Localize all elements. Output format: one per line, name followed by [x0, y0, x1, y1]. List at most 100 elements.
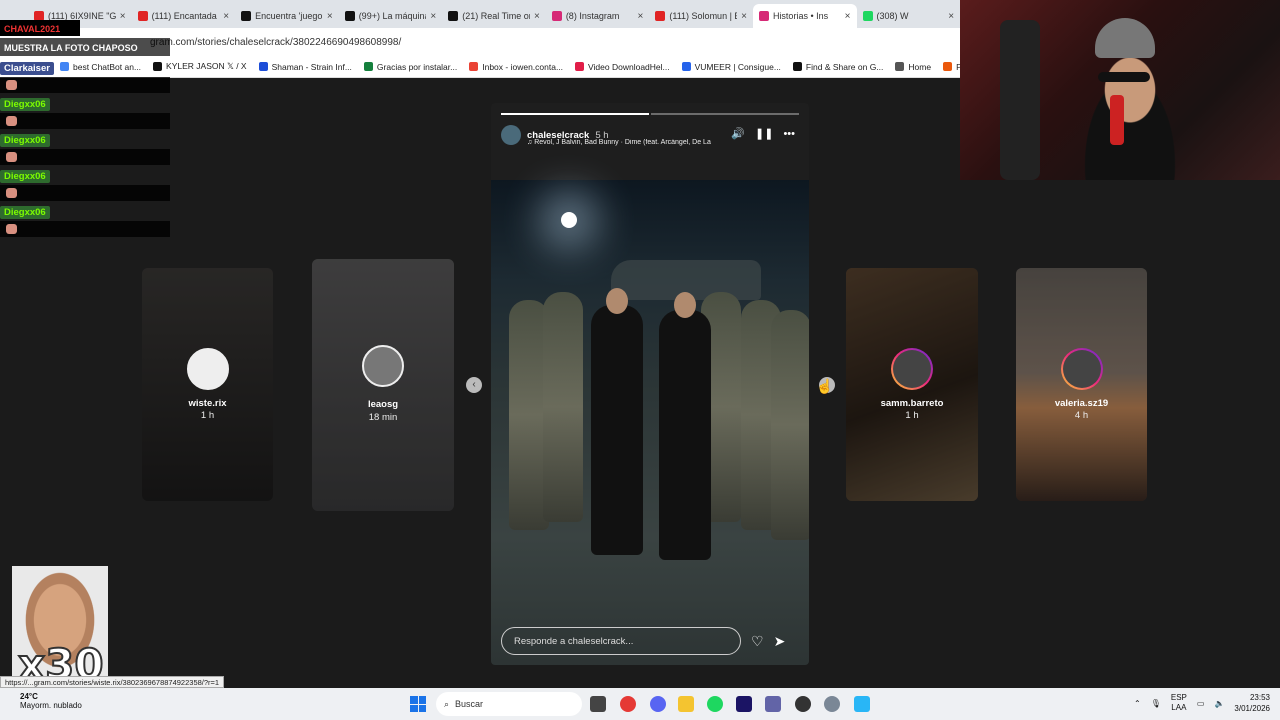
tab-favicon-icon: [758, 11, 769, 21]
task-view-icon[interactable]: [590, 696, 606, 712]
story-image: [491, 180, 809, 665]
microphone-icon[interactable]: 🎙: [1151, 699, 1161, 708]
bookmark-item[interactable]: Video DownloadHel...: [575, 62, 670, 72]
close-icon[interactable]: ×: [327, 11, 333, 22]
emote-icon: [6, 116, 17, 126]
link-status: https://...gram.com/stories/wiste.rix/38…: [0, 676, 225, 688]
preview-username: valeria.sz19: [1054, 398, 1109, 409]
browser-tab[interactable]: (21) Real Time on ×: [442, 4, 546, 28]
browser-tab[interactable]: Encuentra 'juego ×: [235, 4, 339, 28]
tab-title: (8) Instagram: [565, 11, 620, 21]
story-controls: 🔊 ❚❚ •••: [731, 127, 795, 141]
avatar: [186, 348, 229, 390]
language-indicator[interactable]: ESP LAA: [1171, 693, 1187, 713]
teams-icon[interactable]: [765, 696, 781, 712]
bookmark-label: Shaman - Strain Inf...: [271, 61, 352, 72]
story-preview-valeria[interactable]: valeria.sz19 4 h: [1016, 268, 1147, 501]
avatar: [362, 345, 404, 387]
bookmark-icon: [469, 62, 479, 71]
tab-title: (21) Real Time on: [462, 11, 530, 21]
bookmark-item[interactable]: Shaman - Strain Inf...: [258, 61, 352, 72]
close-icon[interactable]: ×: [223, 11, 229, 22]
soldier: [771, 310, 809, 540]
premiere-icon[interactable]: [736, 696, 752, 712]
music-label: Revol, J Balvin, Bad Bunny · Dime (feat.…: [534, 139, 711, 146]
tab-favicon-icon: [448, 11, 459, 21]
avatar: [891, 348, 933, 390]
bookmark-label: KYLER JASON 𝕏 / X: [166, 61, 247, 71]
bookmark-item[interactable]: Gracias por instalar...: [363, 62, 457, 72]
taskbar-search[interactable]: ⌕ Buscar: [436, 692, 582, 716]
close-icon[interactable]: ×: [948, 11, 954, 22]
bookmark-item[interactable]: Producto: Co: [943, 62, 960, 72]
microphone: [1110, 95, 1124, 145]
time: 23:53: [1249, 693, 1270, 702]
bookmark-label: Home: [908, 61, 932, 72]
clock[interactable]: 23:53 3/01/2026: [1234, 692, 1270, 714]
system-tray: ⌃ 🎙 ESP LAA ▭ 🔈 23:53 3/01/2026: [1134, 692, 1270, 714]
windows-start-icon[interactable]: [410, 696, 426, 712]
file-explorer-icon[interactable]: [678, 696, 694, 712]
obs-icon[interactable]: [795, 696, 811, 712]
chat-username: Diegxx06: [0, 170, 50, 183]
story-preview-wiste[interactable]: wiste.rix 1 h: [142, 268, 273, 501]
chat-message: Diegxx06: [0, 132, 170, 165]
discord-icon[interactable]: [650, 696, 666, 712]
preview-username: wiste.rix: [188, 398, 227, 409]
send-icon[interactable]: ➤: [774, 633, 786, 650]
preview-time: 1 h: [200, 410, 215, 421]
close-icon[interactable]: ×: [638, 11, 644, 22]
mouse-cursor-icon: ☝: [816, 378, 834, 394]
story-music[interactable]: ♫ Revol, J Balvin, Bad Bunny · Dime (fea…: [527, 139, 727, 146]
man-in-suit: [591, 305, 643, 555]
story-preview-samm[interactable]: samm.barreto 1 h: [846, 268, 978, 501]
close-icon[interactable]: ×: [741, 11, 747, 22]
webcam-feed: [960, 0, 1280, 180]
snipping-tool-icon[interactable]: [854, 696, 870, 712]
network-icon[interactable]: ▭: [1197, 699, 1205, 708]
chat-username: Diegxx06: [0, 134, 50, 147]
bookmark-label: Find & Share on G...: [805, 61, 884, 72]
bookmark-label: Inbox - iowen.conta...: [482, 61, 564, 72]
heart-icon[interactable]: ♡: [751, 633, 764, 650]
bookmark-item[interactable]: Home: [895, 62, 931, 72]
chat-username: Diegxx06: [0, 206, 50, 219]
more-options-icon[interactable]: •••: [783, 128, 795, 140]
head: [606, 288, 628, 314]
browser-tab[interactable]: (99+) La máquina ×: [339, 4, 443, 28]
bookmark-item[interactable]: VUMEER | Consigue...: [681, 61, 781, 72]
bookmark-label: VUMEER | Consigue...: [694, 61, 781, 72]
browser-tab[interactable]: (8) Instagram ×: [546, 4, 650, 28]
story-viewer[interactable]: chaleselcrack 5 h ♫ Revol, J Balvin, Bad…: [491, 103, 809, 665]
speaker-icon[interactable]: 🔈: [1214, 699, 1224, 708]
chat-list: Clarkaiser Diegxx06 Diegxx06 Diegxx06 Diegxx…: [0, 60, 170, 237]
weather-widget[interactable]: 24°C Mayorm. nublado: [20, 692, 82, 710]
settings-icon[interactable]: [824, 696, 840, 712]
browser-tab[interactable]: (308) W ×: [857, 4, 961, 28]
url-text[interactable]: gram.com/stories/chaleselcrack/380224669…: [150, 37, 401, 48]
bookmark-label: Video DownloadHel...: [588, 61, 670, 72]
story-preview-leaosg[interactable]: leaosg 18 min: [312, 259, 454, 511]
man-in-black: [659, 310, 711, 560]
volume-icon[interactable]: 🔊: [731, 127, 745, 140]
pause-icon[interactable]: ❚❚: [755, 127, 773, 140]
spotify-icon[interactable]: [707, 696, 723, 712]
reply-input[interactable]: [501, 627, 741, 655]
browser-tab[interactable]: Historias • Ins ×: [752, 4, 857, 28]
tab-favicon-icon: [655, 11, 666, 21]
bookmark-item[interactable]: Find & Share on G...: [792, 61, 884, 72]
soldier: [543, 292, 583, 522]
close-icon[interactable]: ×: [430, 11, 436, 22]
prev-story-icon[interactable]: ‹: [466, 377, 482, 393]
chrome-icon[interactable]: [620, 696, 636, 712]
close-icon[interactable]: ×: [845, 11, 851, 22]
chat-message: Diegxx06: [0, 96, 170, 129]
bookmark-icon: [575, 62, 585, 71]
story-progress: [501, 113, 799, 115]
browser-tab[interactable]: (111) Solomun | B ×: [649, 4, 753, 28]
close-icon[interactable]: ×: [534, 11, 540, 22]
chevron-up-icon[interactable]: ⌃: [1134, 699, 1141, 708]
bookmark-item[interactable]: Inbox - iowen.conta...: [469, 62, 563, 72]
story-avatar[interactable]: [501, 125, 521, 145]
chat-top-message: MUESTRA LA FOTO CHAPOSO: [4, 43, 138, 53]
